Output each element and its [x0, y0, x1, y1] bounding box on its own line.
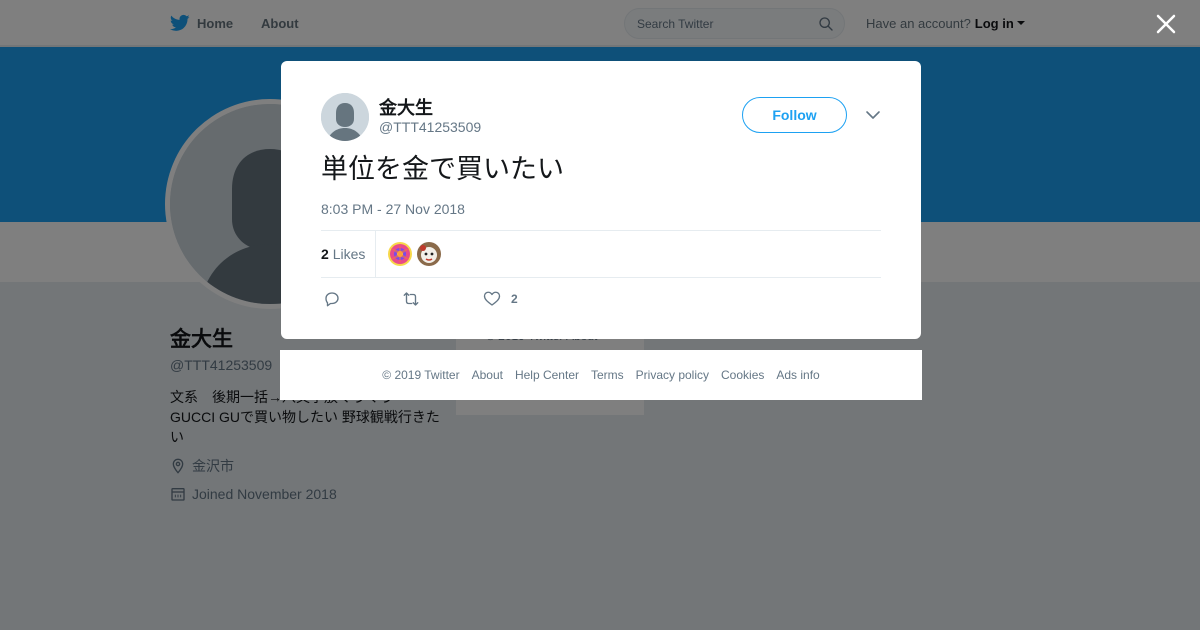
- footer-link-help-center[interactable]: Help Center: [515, 368, 579, 382]
- follow-button[interactable]: Follow: [742, 97, 847, 133]
- tweet-timestamp[interactable]: 8:03 PM - 27 Nov 2018: [321, 201, 465, 217]
- footer-bar: © 2019 Twitter About Help Center Terms P…: [280, 350, 922, 400]
- liker-avatar-image: [388, 242, 412, 266]
- divider: [321, 230, 881, 231]
- like-button[interactable]: 2: [483, 291, 518, 307]
- tweet-modal: 金大生 @TTT41253509 Follow 単位を金で買いたい 8:03 P…: [281, 61, 921, 339]
- tweet-text: 単位を金で買いたい: [321, 154, 564, 185]
- heart-icon: [483, 291, 501, 306]
- close-icon[interactable]: [1154, 12, 1178, 36]
- divider: [375, 231, 376, 277]
- divider: [321, 277, 881, 278]
- likes-label: Likes: [332, 246, 366, 262]
- chevron-down-icon[interactable]: [865, 109, 881, 121]
- reply-button[interactable]: [323, 291, 341, 307]
- retweet-button[interactable]: [402, 291, 420, 307]
- like-count: 2: [511, 292, 518, 306]
- liker-avatar-image: [417, 242, 441, 266]
- tweet-author-name[interactable]: 金大生: [379, 94, 433, 120]
- footer-link-about[interactable]: About: [472, 368, 503, 382]
- footer-link-terms[interactable]: Terms: [591, 368, 624, 382]
- footer-copyright: © 2019 Twitter: [382, 368, 460, 382]
- footer-link-ads-info[interactable]: Ads info: [776, 368, 819, 382]
- likes-count: 2: [321, 246, 329, 262]
- tweet-author-handle[interactable]: @TTT41253509: [379, 119, 481, 135]
- reply-icon: [325, 292, 339, 307]
- tweet-author-avatar[interactable]: [321, 93, 369, 141]
- liker-avatar[interactable]: [417, 242, 441, 266]
- default-avatar-icon: [321, 93, 369, 141]
- likes-stat[interactable]: 2 Likes: [321, 246, 365, 262]
- liker-avatar[interactable]: [388, 242, 412, 266]
- footer-link-privacy-policy[interactable]: Privacy policy: [636, 368, 709, 382]
- footer-link-cookies[interactable]: Cookies: [721, 368, 764, 382]
- retweet-icon: [403, 292, 419, 306]
